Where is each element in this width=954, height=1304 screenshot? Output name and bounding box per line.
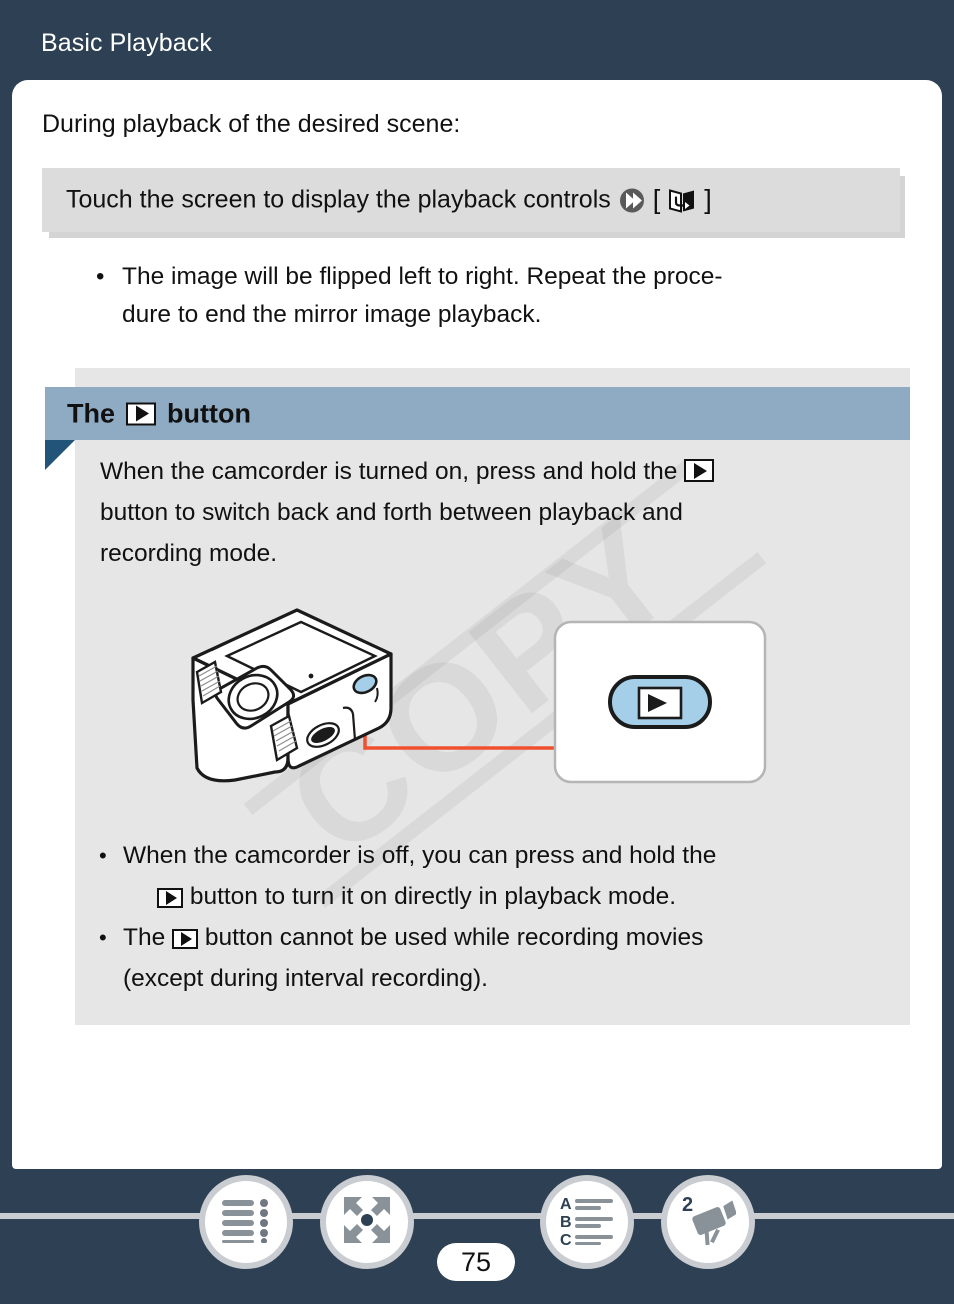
intro-text: During playback of the desired scene:	[42, 110, 461, 138]
svg-text:A: A	[560, 1196, 572, 1213]
bullet-item: The image will be flipped left to right.…	[90, 258, 890, 334]
section-title-prefix: The	[67, 398, 116, 428]
page-sheet: During playback of the desired scene: To…	[12, 80, 942, 1169]
action-instruction-box: Touch the screen to display the playback…	[42, 168, 900, 232]
section-body-line-2: button to switch back and forth between …	[100, 499, 683, 526]
section-bullet-list: When the camcorder is off, you can press…	[97, 835, 897, 999]
page-title: Basic Playback	[41, 29, 212, 57]
close-bracket: ]	[704, 184, 712, 215]
section-title-suffix: button	[167, 398, 251, 428]
bullet-line-1: The image will be flipped left to right.…	[122, 263, 723, 290]
double-chevron-right-icon	[619, 187, 645, 213]
section-body-line-3: recording mode.	[100, 540, 278, 567]
table-of-contents-icon	[220, 1197, 272, 1248]
camcorder-icon: 2	[680, 1193, 737, 1252]
camcorder-badge-number: 2	[682, 1194, 693, 1216]
svg-text:C: C	[560, 1232, 572, 1245]
section-header-bar: The button	[45, 387, 910, 440]
section-header-title: The button	[67, 398, 251, 429]
section-bullet-1-line-2: button to turn it on directly in playbac…	[189, 883, 676, 910]
play-button-icon	[172, 929, 199, 949]
play-button-icon	[157, 888, 183, 908]
play-button-icon	[684, 459, 715, 482]
section-body-text: When the camcorder is turned on, press a…	[100, 451, 900, 574]
footer-nav-index[interactable]: A B C	[540, 1175, 634, 1269]
svg-text:B: B	[560, 1214, 572, 1231]
footer-nav-camcorder[interactable]: 2	[661, 1175, 755, 1269]
section-body-line-1: When the camcorder is turned on, press a…	[100, 458, 678, 485]
action-instruction-text: Touch the screen to display the playback…	[66, 186, 712, 215]
footer-nav-quick-reference[interactable]	[320, 1175, 414, 1269]
section-bullet-2-line-2: (except during interval recording).	[123, 965, 488, 992]
play-button-icon	[126, 402, 157, 425]
page-number-badge: 75	[437, 1243, 515, 1281]
bullet-line-2: dure to end the mirror image playback.	[122, 301, 542, 328]
section-corner-tab	[45, 440, 75, 470]
alphabetical-index-icon: A B C	[559, 1195, 615, 1250]
section-bullet-2-line-1: button cannot be used while recording mo…	[204, 924, 704, 951]
bullet-item: The button cannot be used while recordin…	[97, 917, 897, 999]
section-bullet-1-line-1: When the camcorder is off, you can press…	[123, 842, 717, 869]
section-bullet-2-prefix: The	[123, 924, 166, 951]
open-bracket: [	[652, 184, 661, 215]
page-root: Basic Playback During playback of the de…	[0, 0, 954, 1304]
footer-nav-rail	[0, 1213, 954, 1219]
section-bullet-1-line-2-wrap: button to turn it on directly in playbac…	[123, 876, 897, 917]
intro-bullet-list: The image will be flipped left to right.…	[90, 258, 890, 334]
camcorder-illustration	[75, 580, 910, 810]
action-label: Touch the screen to display the playback…	[66, 185, 611, 214]
footer-nav-table-of-contents[interactable]	[199, 1175, 293, 1269]
mirror-image-flip-icon	[668, 186, 696, 214]
expand-arrows-icon	[341, 1194, 393, 1251]
bullet-item: When the camcorder is off, you can press…	[97, 835, 897, 917]
